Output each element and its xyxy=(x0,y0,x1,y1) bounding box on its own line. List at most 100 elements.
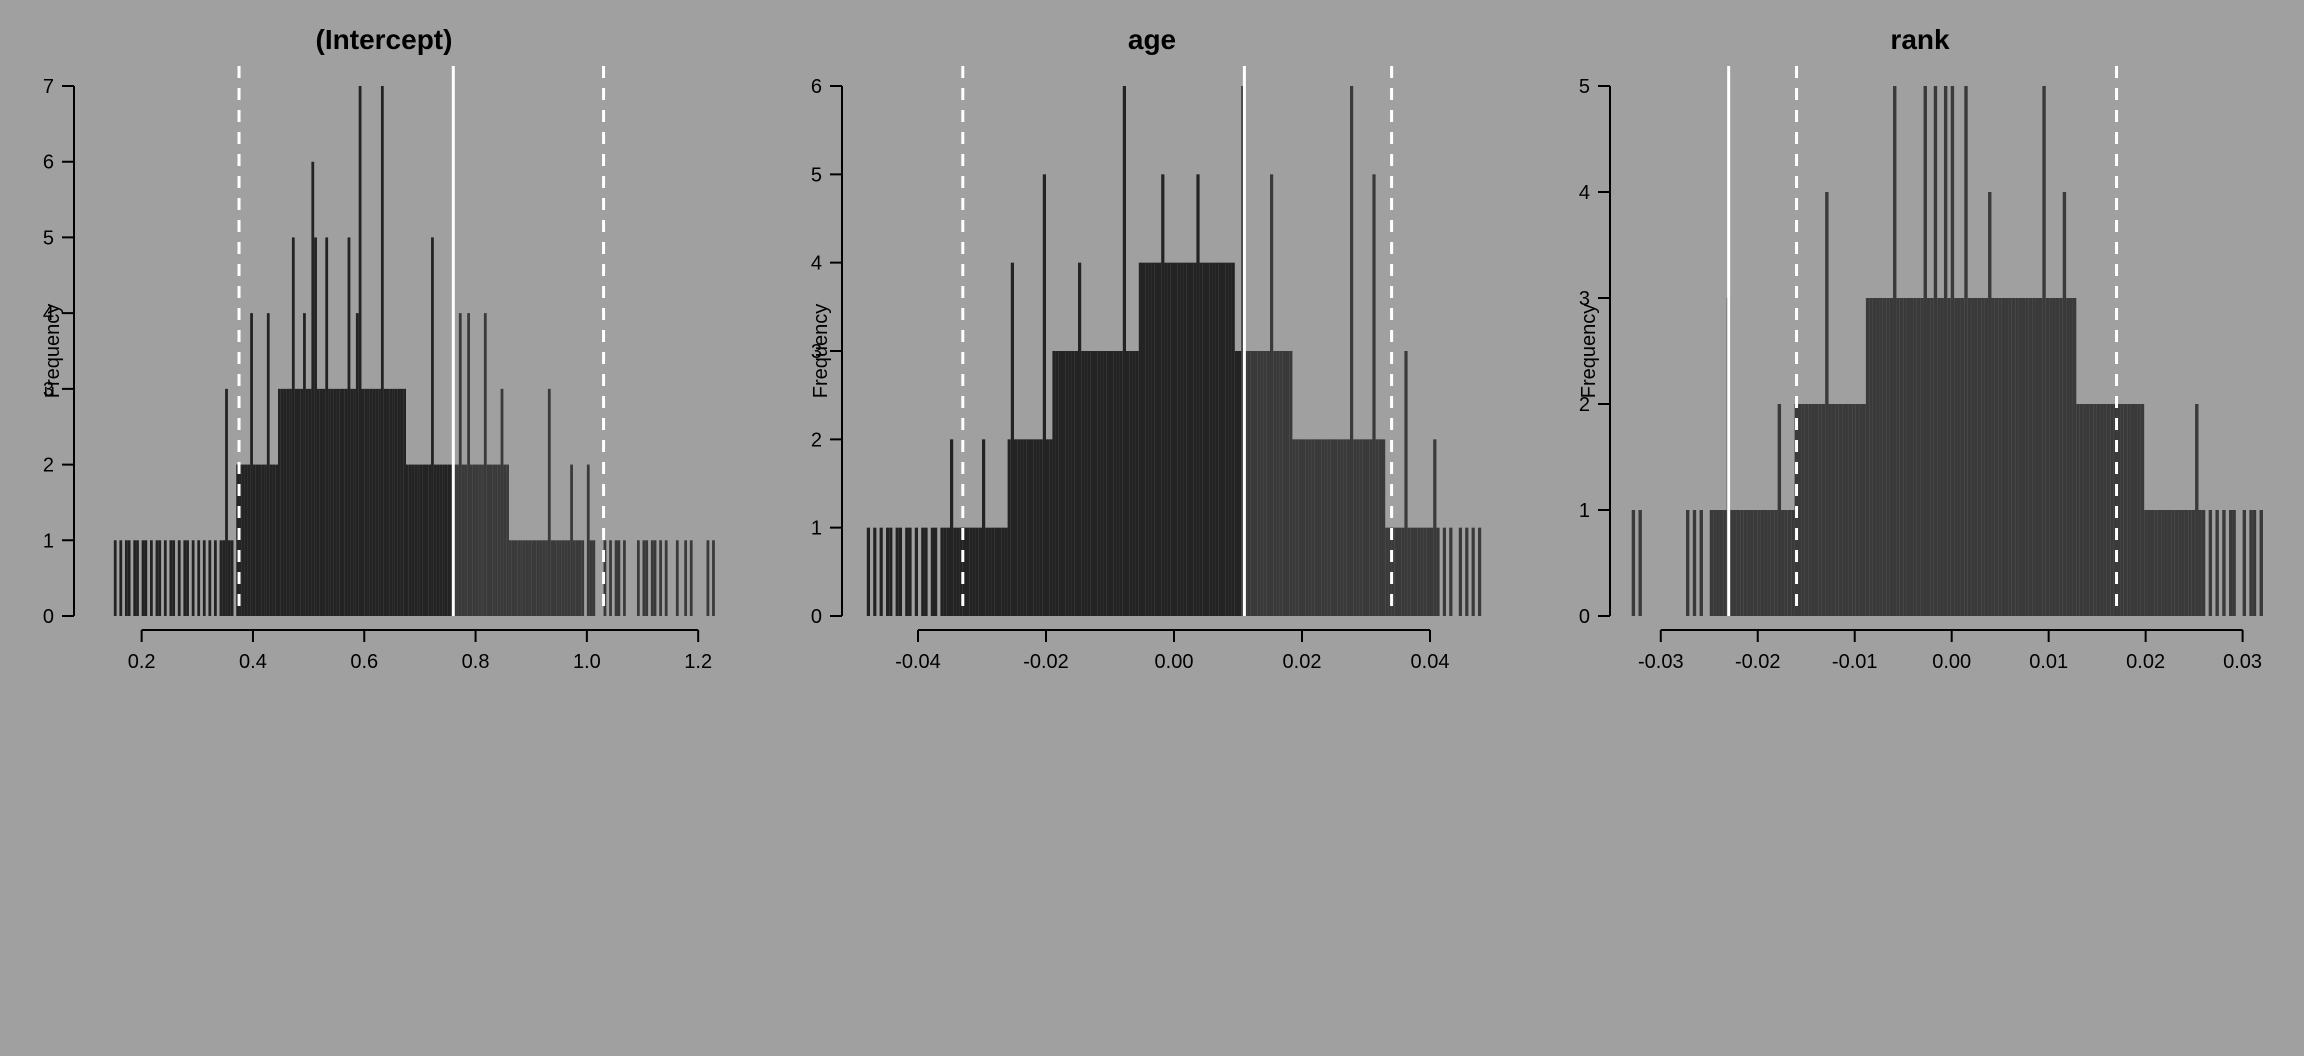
y-tick-label: 3 xyxy=(811,341,822,363)
histogram-bar xyxy=(1052,351,1055,616)
histogram-bar xyxy=(623,540,626,616)
histogram-bar xyxy=(2012,298,2015,616)
histogram-bar xyxy=(256,465,259,616)
histogram-bar xyxy=(261,465,264,616)
histogram-bar xyxy=(1907,298,1910,616)
histogram-bar xyxy=(186,540,189,616)
histogram-bar xyxy=(1436,528,1439,616)
histogram-bar xyxy=(972,528,975,616)
histogram-bar xyxy=(1203,263,1206,616)
histogram-bar xyxy=(484,313,487,616)
histogram-bar xyxy=(654,540,657,616)
histogram-bar xyxy=(1065,351,1068,616)
histogram-bar xyxy=(1056,351,1059,616)
histogram-bar xyxy=(1693,510,1696,616)
histogram-bar xyxy=(1433,439,1436,616)
histogram-bar xyxy=(1260,351,1263,616)
y-tick-label: 4 xyxy=(1579,182,1590,204)
histogram-bar xyxy=(284,389,287,616)
histogram-bar xyxy=(2232,510,2235,616)
histogram-bar xyxy=(119,540,122,616)
histogram-bar xyxy=(570,465,573,616)
histogram-bar xyxy=(982,439,985,616)
histogram-bar xyxy=(1353,439,1356,616)
histogram-bar xyxy=(367,389,370,616)
histogram-bar xyxy=(1145,263,1148,616)
histogram-bar xyxy=(1020,439,1023,616)
histogram-bar xyxy=(2127,404,2130,616)
histogram-bar xyxy=(309,389,312,616)
histogram-bar xyxy=(1209,263,1212,616)
histogram-bar xyxy=(208,540,211,616)
histogram-bar xyxy=(992,528,995,616)
histogram-bar xyxy=(1078,263,1081,616)
histogram-bar xyxy=(1036,439,1039,616)
histogram-bar xyxy=(1340,439,1343,616)
histogram-bar xyxy=(1876,298,1879,616)
y-tick-label: 4 xyxy=(811,253,822,275)
histogram-bar xyxy=(1347,439,1350,616)
histogram-bar xyxy=(1356,439,1359,616)
histogram-bar xyxy=(1717,510,1720,616)
histogram-bar xyxy=(164,540,167,616)
histogram-bar xyxy=(1225,263,1228,616)
histogram-bar xyxy=(2056,298,2059,616)
histogram-bar xyxy=(1350,86,1353,616)
histogram-bar xyxy=(1964,86,1967,616)
histogram-bar xyxy=(272,465,275,616)
histogram-bar xyxy=(2019,298,2022,616)
histogram-bar xyxy=(1408,528,1411,616)
histogram-bar xyxy=(2059,298,2062,616)
histogram-bar xyxy=(867,528,870,616)
histogram-bar xyxy=(1971,298,1974,616)
histogram-bar xyxy=(1991,298,1994,616)
y-tick-label: 2 xyxy=(1579,394,1590,416)
histogram-bar xyxy=(2015,298,2018,616)
histogram-bar xyxy=(1924,86,1927,616)
histogram-bar xyxy=(2171,510,2174,616)
x-tick-label: 0.02 xyxy=(1283,651,1322,673)
histogram-bar xyxy=(470,465,473,616)
histogram-bar xyxy=(1974,298,1977,616)
histogram-bar xyxy=(2086,404,2089,616)
histogram-bar xyxy=(2154,510,2157,616)
histogram-bar xyxy=(1985,298,1988,616)
histogram-bar xyxy=(245,465,248,616)
histogram-bar xyxy=(342,389,345,616)
histogram-bar xyxy=(1883,298,1886,616)
histogram-bar xyxy=(2161,510,2164,616)
histogram-bar xyxy=(501,389,504,616)
histogram-bar xyxy=(2066,298,2069,616)
x-tick-label: 0.00 xyxy=(1155,651,1194,673)
histogram-bar xyxy=(336,389,339,616)
histogram-bar xyxy=(270,465,273,616)
histogram-bar xyxy=(676,540,679,616)
histogram-bar xyxy=(2222,510,2225,616)
histogram-bar xyxy=(1414,528,1417,616)
histogram-bar xyxy=(1720,510,1723,616)
histogram-bar xyxy=(645,540,648,616)
histogram-bar xyxy=(2134,404,2137,616)
histogram-bar xyxy=(1778,404,1781,616)
histogram-bar xyxy=(1315,439,1318,616)
y-tick-label: 2 xyxy=(811,429,822,451)
histogram-bar xyxy=(1318,439,1321,616)
histogram-bar xyxy=(969,528,972,616)
histogram-bar xyxy=(886,528,889,616)
histogram-bar xyxy=(267,313,270,616)
histogram-bar xyxy=(1385,528,1388,616)
histogram-bar xyxy=(1886,298,1889,616)
histogram-bar xyxy=(370,389,373,616)
histogram-bar xyxy=(2025,298,2028,616)
histogram-bar xyxy=(1280,351,1283,616)
histogram-bar xyxy=(1869,298,1872,616)
histogram-bar xyxy=(303,313,306,616)
histogram-bar xyxy=(445,465,448,616)
histogram-bar xyxy=(976,528,979,616)
histogram-bar xyxy=(1011,263,1014,616)
histogram-bar xyxy=(384,389,387,616)
histogram-bar xyxy=(1896,298,1899,616)
histogram-bar xyxy=(1713,510,1716,616)
histogram-bar xyxy=(264,465,267,616)
histogram-bar xyxy=(2022,298,2025,616)
